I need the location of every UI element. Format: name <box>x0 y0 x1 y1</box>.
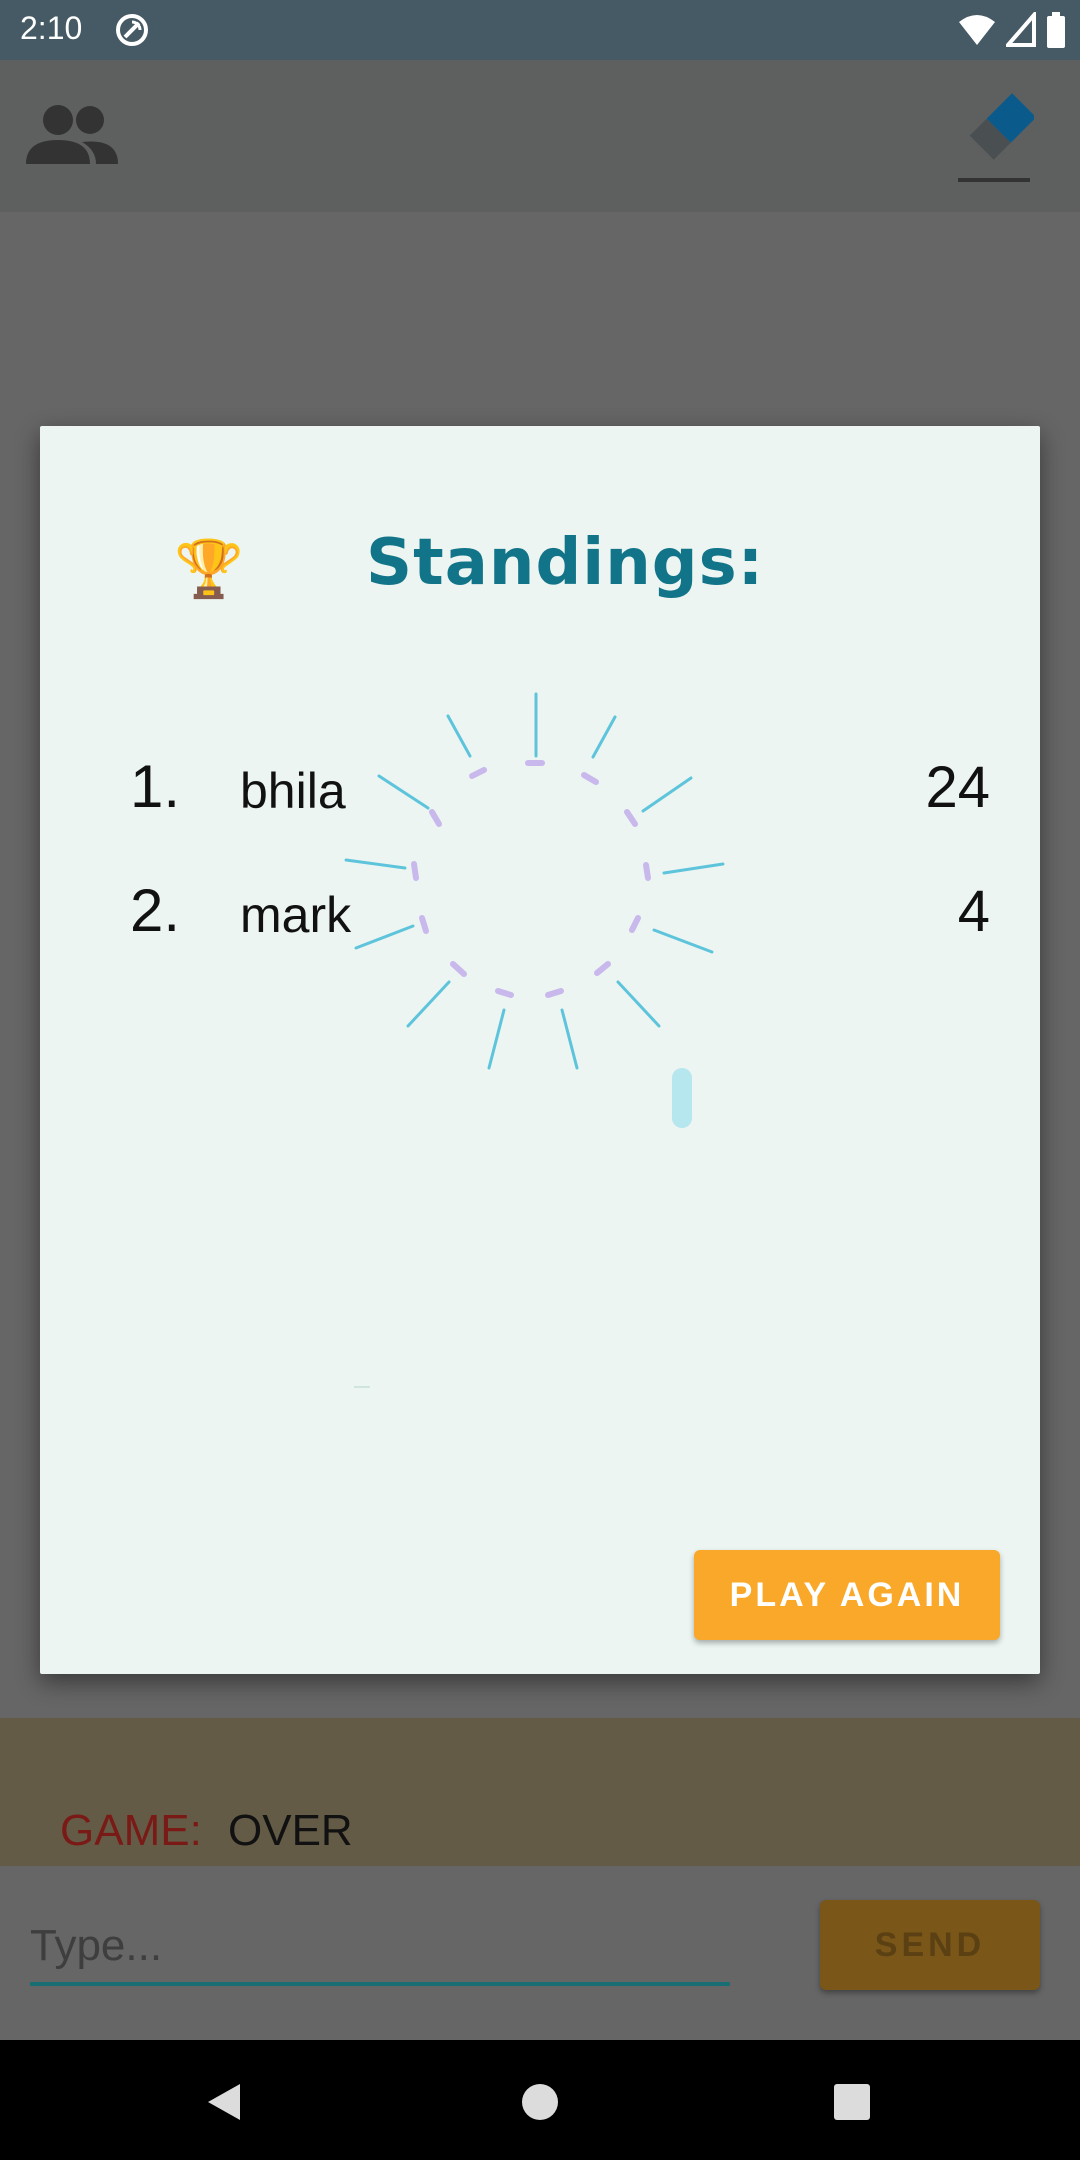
game-status-value: OVER <box>228 1806 353 1855</box>
standing-row: 2. mark 4 <box>130 876 990 956</box>
game-status-label: GAME: <box>60 1806 202 1855</box>
recents-icon[interactable] <box>834 2084 870 2120</box>
wifi-icon <box>959 15 995 45</box>
play-again-button[interactable]: PLAY AGAIN <box>694 1550 1000 1640</box>
standing-row: 1. bhila 24 <box>130 752 990 832</box>
status-time: 2:10 <box>20 10 83 46</box>
standing-rank: 1. <box>130 753 181 820</box>
trophy-icon: 🏆 <box>174 537 244 600</box>
eraser-icon[interactable] <box>958 90 1034 190</box>
players-icon[interactable] <box>24 102 120 172</box>
signal-icon <box>1006 12 1036 47</box>
dialog-title: Standings: <box>366 526 765 600</box>
sync-icon <box>116 14 148 46</box>
back-icon[interactable] <box>206 2082 242 2122</box>
system-nav-bar <box>0 2040 1080 2160</box>
fireworks-animation <box>344 692 725 1388</box>
standing-score: 24 <box>925 755 990 820</box>
standings-dialog: 🏆 Standings: 1. bhila 24 2. mark 4 PLAY … <box>40 426 1040 1674</box>
home-icon[interactable] <box>522 2084 558 2120</box>
standing-rank: 2. <box>130 877 181 944</box>
game-status-banner: GAME: OVER <box>0 1718 1080 1866</box>
app-bar <box>0 60 1080 212</box>
battery-icon <box>1047 12 1065 48</box>
standing-score: 4 <box>957 879 990 944</box>
fireworks-rocket <box>672 1068 692 1128</box>
status-bar: 2:10 <box>0 0 1080 60</box>
chat-input-row: SEND <box>0 1866 1080 2040</box>
standing-player-name: mark <box>240 887 352 943</box>
standing-player-name: bhila <box>240 763 346 819</box>
send-button[interactable]: SEND <box>820 1900 1040 1990</box>
status-icons <box>958 12 1066 48</box>
chat-input[interactable] <box>30 1910 730 1986</box>
